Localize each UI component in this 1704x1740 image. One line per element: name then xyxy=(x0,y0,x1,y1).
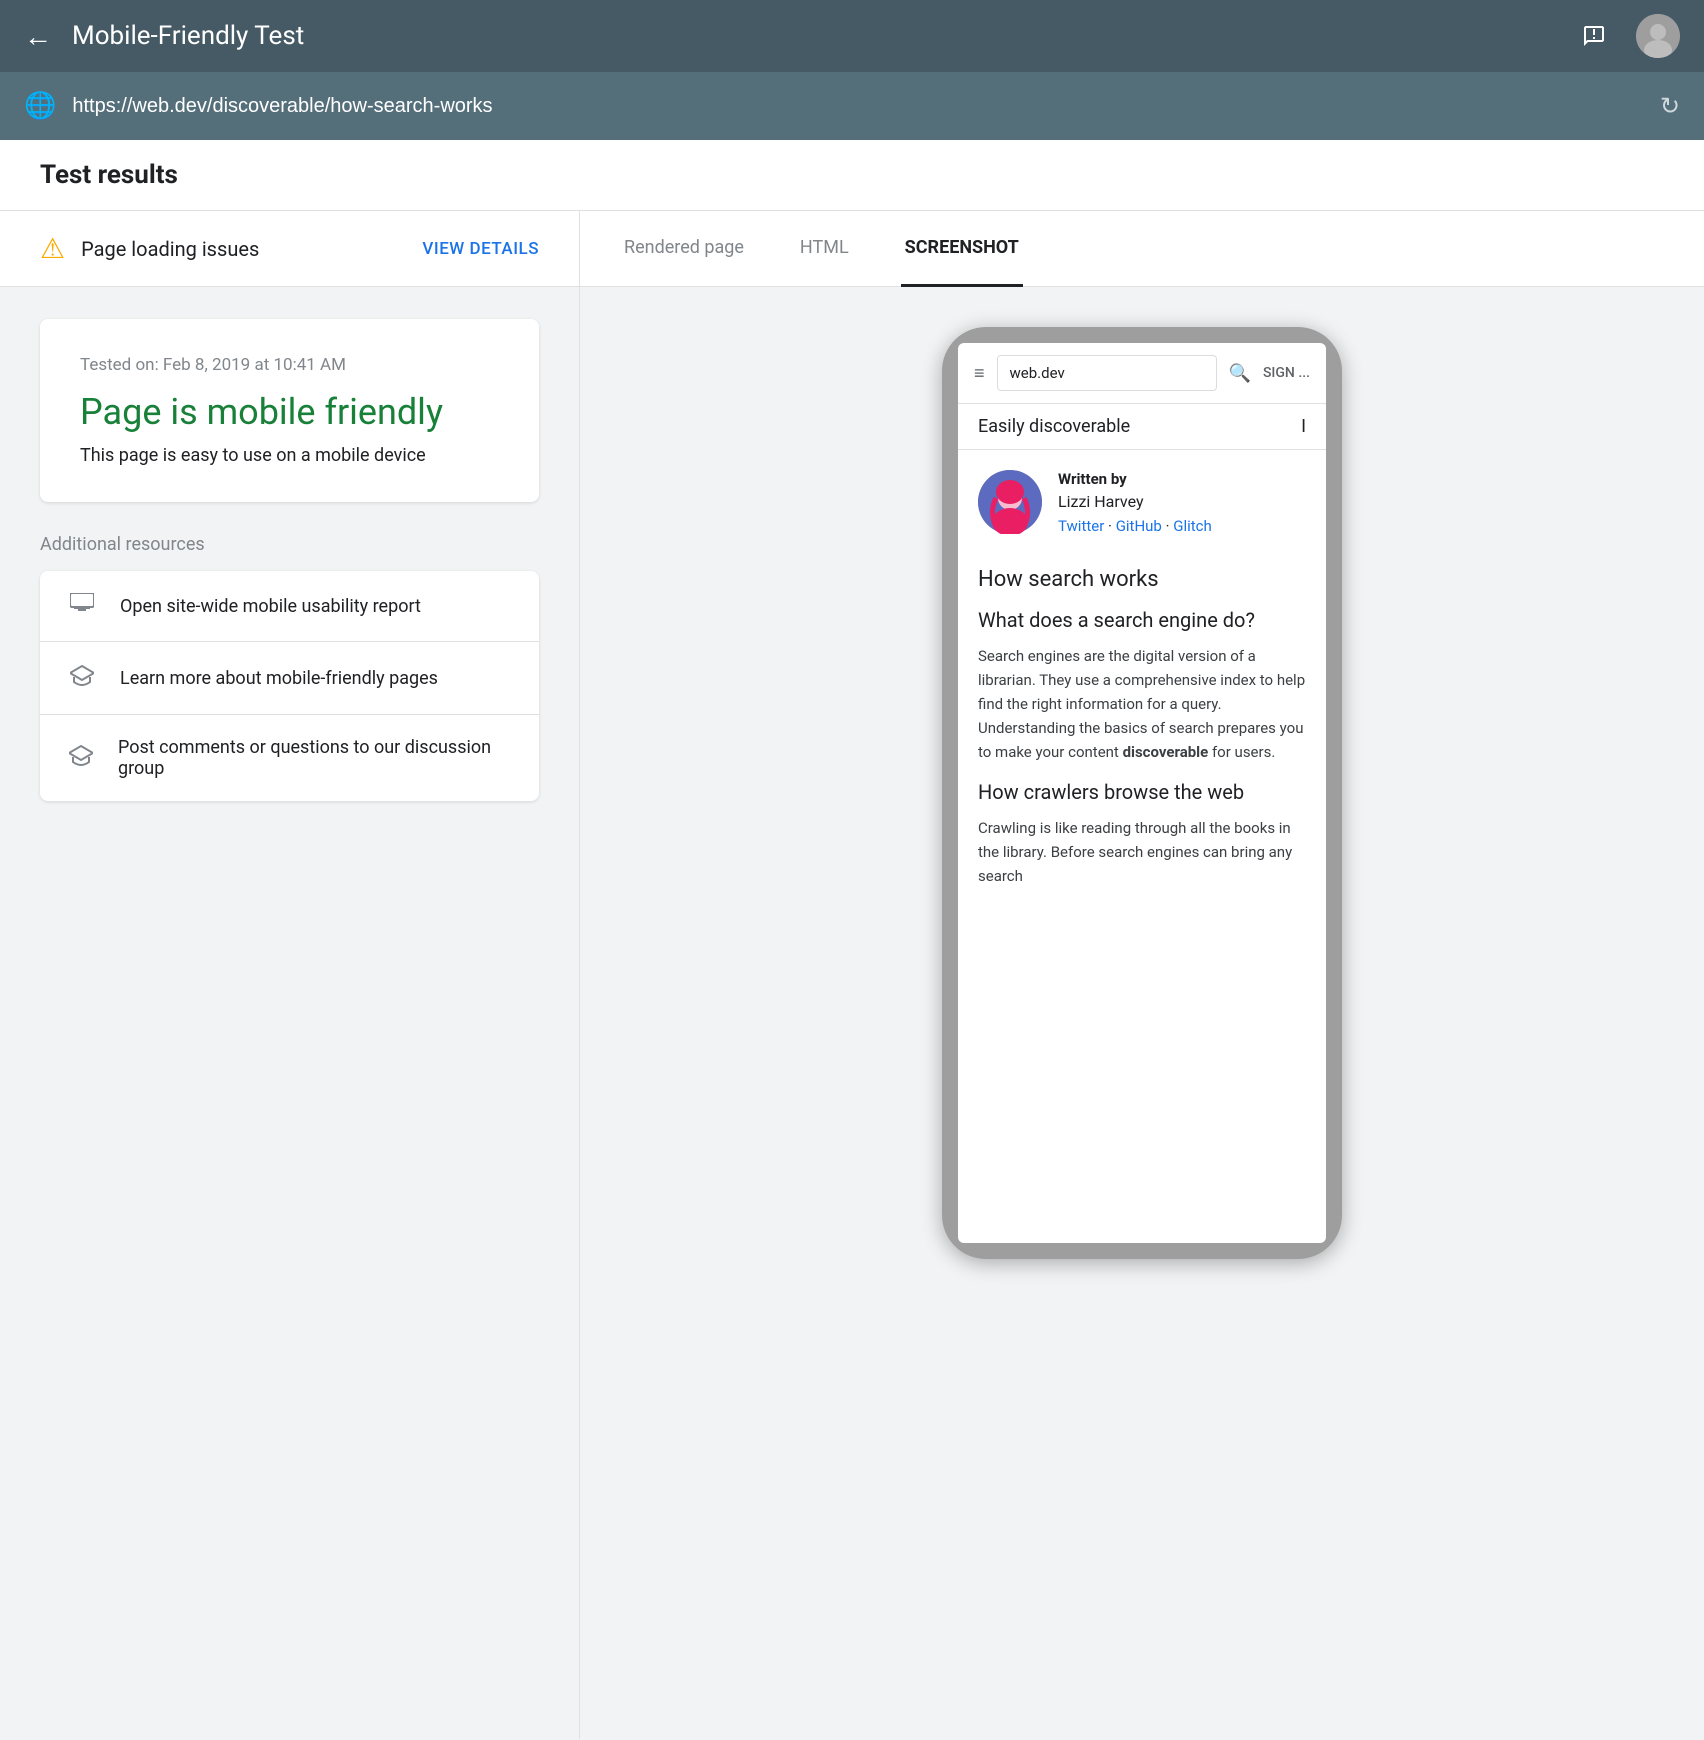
twitter-link[interactable]: Twitter xyxy=(1058,517,1104,535)
test-results-header: Test results xyxy=(0,140,1704,211)
main-content: ⚠ Page loading issues VIEW DETAILS Teste… xyxy=(0,211,1704,1739)
author-avatar xyxy=(978,470,1042,534)
author-section: Written by Lizzi Harvey Twitter · GitHub… xyxy=(958,450,1326,555)
mobile-friendly-title: Page is mobile friendly xyxy=(80,391,499,433)
discussion-icon xyxy=(68,744,94,772)
issues-bar: ⚠ Page loading issues VIEW DETAILS xyxy=(0,211,579,287)
phone-area: ≡ web.dev 🔍 SIGN ... Easily discoverable… xyxy=(580,287,1704,1299)
tabs-bar: Rendered page HTML SCREENSHOT xyxy=(580,211,1704,287)
phone-nav: ≡ web.dev 🔍 SIGN ... xyxy=(958,343,1326,404)
view-details-button[interactable]: VIEW DETAILS xyxy=(422,239,539,259)
github-link[interactable]: GitHub xyxy=(1116,517,1162,535)
additional-resources: Additional resources Open site-wide mobi… xyxy=(40,534,539,801)
app-header: ← Mobile-Friendly Test xyxy=(0,0,1704,72)
article-p2: Crawling is like reading through all the… xyxy=(978,816,1306,888)
section-label: Easily discoverable xyxy=(978,416,1130,437)
feedback-button[interactable] xyxy=(1572,14,1616,58)
header-icons xyxy=(1572,14,1680,58)
resource-item-learn[interactable]: Learn more about mobile-friendly pages xyxy=(40,642,539,715)
resource-text-discussion: Post comments or questions to our discus… xyxy=(118,737,511,779)
test-results-title: Test results xyxy=(40,160,178,190)
sep1: · xyxy=(1108,517,1116,535)
usability-icon xyxy=(68,593,96,619)
article-h2: What does a search engine do? xyxy=(978,608,1306,632)
hamburger-icon: ≡ xyxy=(974,363,985,384)
phone-mockup: ≡ web.dev 🔍 SIGN ... Easily discoverable… xyxy=(942,327,1342,1259)
article-p1-bold: discoverable xyxy=(1123,743,1209,761)
additional-resources-title: Additional resources xyxy=(40,534,539,555)
user-avatar[interactable] xyxy=(1636,14,1680,58)
resource-item-discussion[interactable]: Post comments or questions to our discus… xyxy=(40,715,539,801)
warning-icon: ⚠ xyxy=(40,232,65,265)
author-info: Written by Lizzi Harvey Twitter · GitHub… xyxy=(1058,470,1306,535)
tab-html[interactable]: HTML xyxy=(796,211,853,287)
url-bar: 🌐 ↻ xyxy=(0,72,1704,140)
phone-search-icon: 🔍 xyxy=(1229,363,1251,384)
article-p1: Search engines are the digital version o… xyxy=(978,644,1306,764)
glitch-link[interactable]: Glitch xyxy=(1173,517,1212,535)
article-section: How search works What does a search engi… xyxy=(958,555,1326,916)
phone-url-bar: web.dev xyxy=(997,355,1217,391)
resource-item-usability[interactable]: Open site-wide mobile usability report xyxy=(40,571,539,642)
learn-icon xyxy=(68,664,96,692)
result-card: Tested on: Feb 8, 2019 at 10:41 AM Page … xyxy=(40,319,539,502)
app-title: Mobile-Friendly Test xyxy=(72,21,1572,51)
issues-text: Page loading issues xyxy=(81,237,406,261)
article-h1: How search works xyxy=(978,567,1306,592)
right-panel: Rendered page HTML SCREENSHOT ≡ web.dev … xyxy=(580,211,1704,1739)
left-panel: ⚠ Page loading issues VIEW DETAILS Teste… xyxy=(0,211,580,1739)
back-button[interactable]: ← xyxy=(24,20,52,53)
tab-screenshot[interactable]: SCREENSHOT xyxy=(901,211,1023,287)
mobile-friendly-description: This page is easy to use on a mobile dev… xyxy=(80,445,499,466)
written-by-label: Written by xyxy=(1058,470,1306,488)
phone-sign-button: SIGN ... xyxy=(1263,365,1310,381)
section-indicator: I xyxy=(1301,416,1306,437)
refresh-button[interactable]: ↻ xyxy=(1660,92,1680,120)
url-input[interactable] xyxy=(72,95,1644,118)
tab-rendered-page[interactable]: Rendered page xyxy=(620,211,748,287)
phone-section-title: Easily discoverable I xyxy=(958,404,1326,450)
resource-text-learn: Learn more about mobile-friendly pages xyxy=(120,668,438,689)
article-h2-2: How crawlers browse the web xyxy=(978,780,1306,804)
phone-screen: ≡ web.dev 🔍 SIGN ... Easily discoverable… xyxy=(958,343,1326,1243)
tested-on: Tested on: Feb 8, 2019 at 10:41 AM xyxy=(80,355,499,375)
author-links: Twitter · GitHub · Glitch xyxy=(1058,517,1306,535)
resource-card: Open site-wide mobile usability report L… xyxy=(40,571,539,801)
article-p1-end: for users. xyxy=(1208,743,1275,761)
resource-text-usability: Open site-wide mobile usability report xyxy=(120,596,421,617)
author-name: Lizzi Harvey xyxy=(1058,492,1306,511)
globe-icon: 🌐 xyxy=(24,91,56,121)
